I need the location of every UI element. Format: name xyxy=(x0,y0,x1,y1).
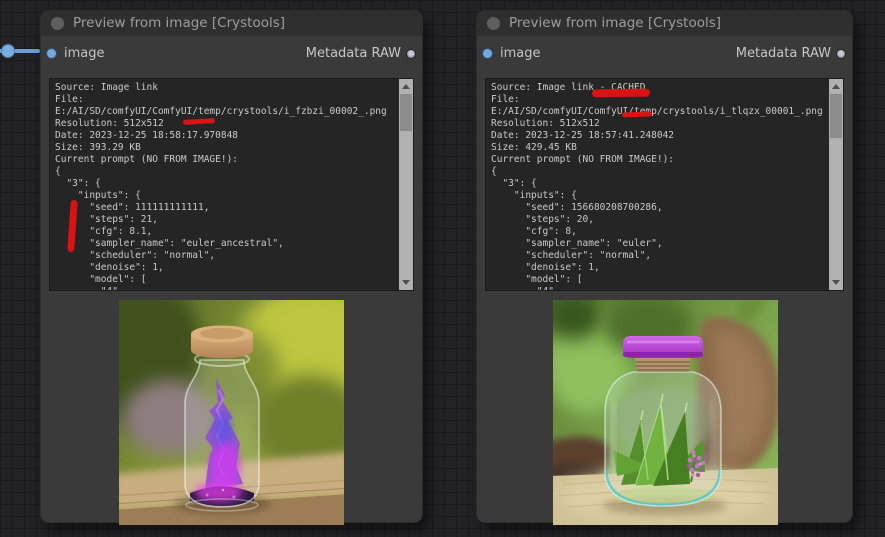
metadata-raw-label: Metadata RAW xyxy=(736,46,831,61)
image-input-slot-icon[interactable] xyxy=(46,48,57,59)
node-title: Preview from image [Crystools] xyxy=(509,15,721,31)
scrollbar-thumb[interactable] xyxy=(830,94,842,138)
scroll-up-icon[interactable] xyxy=(832,84,840,89)
scrollbar-thumb[interactable] xyxy=(400,94,412,131)
scrollbar[interactable] xyxy=(399,79,413,290)
scroll-up-icon[interactable] xyxy=(402,84,410,89)
node-collapse-dot-icon[interactable] xyxy=(51,17,64,30)
preview-image xyxy=(119,300,344,525)
metadata-raw-toggle[interactable] xyxy=(836,49,846,59)
metadata-textarea[interactable]: Source: Image link - CACHED File: E:/AI/… xyxy=(485,78,844,291)
node-collapse-dot-icon[interactable] xyxy=(487,17,500,30)
node-title: Preview from image [Crystools] xyxy=(73,15,285,31)
metadata-raw-label: Metadata RAW xyxy=(306,46,401,61)
image-input-label: image xyxy=(64,46,105,61)
scroll-down-icon[interactable] xyxy=(402,280,410,285)
annotation-underline-temp xyxy=(622,111,652,117)
node-titlebar[interactable]: Preview from image [Crystools] xyxy=(477,11,852,36)
image-input-label: image xyxy=(500,46,541,61)
preview-image-jar-green-plants xyxy=(553,300,778,525)
node-graph-canvas[interactable]: Preview from image [Crystools] image Met… xyxy=(0,0,885,537)
link-endpoint-dot xyxy=(2,45,15,58)
metadata-raw-toggle[interactable] xyxy=(406,49,416,59)
metadata-text: Source: Image link - CACHED File: E:/AI/… xyxy=(491,82,827,291)
scrollbar[interactable] xyxy=(829,79,843,290)
preview-image xyxy=(553,300,778,525)
node-preview-from-image-1[interactable]: Preview from image [Crystools] image Met… xyxy=(40,10,423,523)
image-input-slot-icon[interactable] xyxy=(482,48,493,59)
scroll-down-icon[interactable] xyxy=(832,280,840,285)
annotation-underline-cached xyxy=(592,88,650,97)
metadata-textarea[interactable]: Source: Image link File: E:/AI/SD/comfyU… xyxy=(49,78,414,291)
preview-image-jar-purple-crystal xyxy=(119,300,344,525)
metadata-text: Source: Image link File: E:/AI/SD/comfyU… xyxy=(55,82,397,291)
node-preview-from-image-2[interactable]: Preview from image [Crystools] image Met… xyxy=(476,10,853,523)
node-titlebar[interactable]: Preview from image [Crystools] xyxy=(41,11,422,36)
